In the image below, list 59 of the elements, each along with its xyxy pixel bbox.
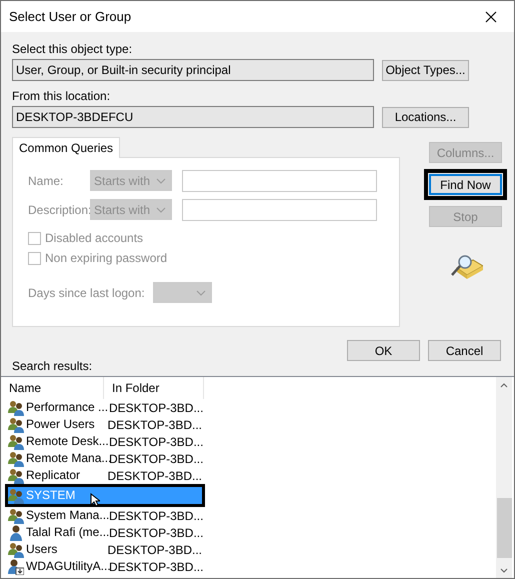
cancel-button[interactable]: Cancel xyxy=(428,340,501,361)
users-icon xyxy=(8,416,24,432)
folder-cell-text: DESKTOP-3BD... xyxy=(106,418,202,432)
query-label: Name: xyxy=(28,174,64,188)
field-label: From this location: xyxy=(12,89,112,103)
scroll-down-icon[interactable] xyxy=(500,568,508,573)
users-icon xyxy=(8,508,24,524)
folder-cell-text: DESKTOP-3BD... xyxy=(106,468,202,482)
search-folder-icon xyxy=(449,254,483,280)
object-types-button[interactable]: Object Types... xyxy=(382,60,469,80)
locations-button[interactable]: Locations... xyxy=(382,106,469,128)
name-cell: Power Users xyxy=(25,417,96,432)
name-cell: Replicator xyxy=(25,468,82,483)
result-row[interactable]: Replicator DESKTOP-3BD... xyxy=(8,467,202,484)
result-row[interactable]: Performance ...DESKTOP-3BD... xyxy=(8,399,202,416)
name-cell: Users xyxy=(25,542,58,557)
chevron-down-icon xyxy=(156,178,166,184)
result-row[interactable]: System Mana...DESKTOP-3BD... xyxy=(8,507,202,524)
query-label: Description: xyxy=(28,202,90,216)
section-label: Search results: xyxy=(12,359,94,373)
checkbox-label: Non expiring password xyxy=(45,251,168,265)
chevron-down-icon xyxy=(196,290,206,296)
user-icon xyxy=(8,524,24,540)
folder-cell-text: DESKTOP-3BD... xyxy=(108,400,204,414)
tab[interactable]: Common Queries xyxy=(12,137,120,158)
chevron-down-icon xyxy=(156,206,166,212)
result-row[interactable]: Remote Desk...DESKTOP-3BD... xyxy=(8,433,202,450)
name-cell-text: WDAGUtilityA... xyxy=(25,559,111,574)
name-cell-text: Remote Mana... xyxy=(25,451,112,466)
user-download-icon xyxy=(8,558,24,574)
result-row[interactable]: WDAGUtilityA...DESKTOP-3BD... xyxy=(8,558,202,575)
scroll-up-icon[interactable] xyxy=(500,383,508,388)
users-icon xyxy=(8,468,24,484)
result-row[interactable]: Talal Rafi (me...DESKTOP-3BD... xyxy=(8,524,202,541)
location-field: DESKTOP-3BDEFCU xyxy=(12,106,374,128)
pointer-icon xyxy=(90,493,100,507)
users-icon xyxy=(8,434,24,450)
checkbox-label: Disabled accounts xyxy=(45,231,144,245)
name-cell: Remote Desk... xyxy=(25,434,110,449)
window-title: Select User or Group xyxy=(8,9,132,24)
name-cell-text: System Mana... xyxy=(25,508,110,523)
users-icon xyxy=(8,450,24,466)
folder-cell-text: DESKTOP-3BD... xyxy=(106,542,202,556)
query-label: Days since last logon: xyxy=(28,286,145,300)
name-cell-text: Talal Rafi (me... xyxy=(25,525,110,540)
users-icon xyxy=(8,542,24,558)
column-header[interactable]: Name xyxy=(1,377,104,399)
column-header[interactable]: In Folder xyxy=(104,377,204,399)
users-icon xyxy=(8,488,24,504)
scrollbar[interactable] xyxy=(496,377,512,578)
field-label: Select this object type: xyxy=(12,42,134,56)
name-cell: Performance ... xyxy=(25,400,110,415)
name-cell: SYSTEM xyxy=(25,488,76,503)
result-row[interactable]: Power Users DESKTOP-3BD... xyxy=(8,416,202,433)
users-icon xyxy=(8,400,24,416)
result-row[interactable]: Users DESKTOP-3BD... xyxy=(8,541,202,558)
ok-button[interactable]: OK xyxy=(347,340,420,361)
object-type-field: User, Group, or Built-in security principal xyxy=(12,59,374,81)
result-row[interactable]: Remote Mana...DESKTOP-3BD... xyxy=(8,450,202,467)
